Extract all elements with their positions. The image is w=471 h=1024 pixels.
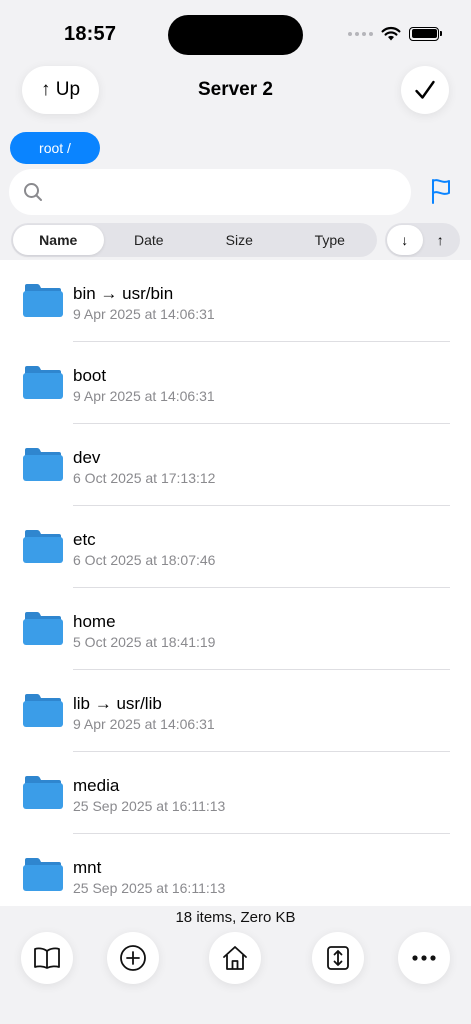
sort-ascending-segment[interactable]: ↑ <box>423 225 459 255</box>
file-date: 9 Apr 2025 at 14:06:31 <box>73 388 215 404</box>
list-item[interactable]: bin → usr/bin 9 Apr 2025 at 14:06:31 <box>0 260 471 342</box>
bottom-toolbar: 18 items, Zero KB <box>0 906 471 1024</box>
list-item[interactable]: lib → usr/lib 9 Apr 2025 at 14:06:31 <box>0 670 471 752</box>
file-name: lib → usr/lib <box>73 694 162 713</box>
more-icon <box>412 955 436 961</box>
sort-direction-segmented-control: ↓ ↑ <box>385 223 460 257</box>
file-date: 9 Apr 2025 at 14:06:31 <box>73 306 215 322</box>
folder-icon <box>23 694 63 727</box>
folder-icon <box>23 858 63 891</box>
folder-icon <box>23 284 63 317</box>
search-input[interactable] <box>53 182 393 202</box>
resize-button[interactable] <box>312 932 364 984</box>
list-item[interactable]: media 25 Sep 2025 at 16:11:13 <box>0 752 471 834</box>
search-bar[interactable] <box>9 169 411 215</box>
file-name: mnt <box>73 858 102 877</box>
add-circle-icon <box>120 945 146 971</box>
more-button[interactable] <box>398 932 450 984</box>
path-chip-label: root / <box>39 140 71 156</box>
book-icon <box>34 947 60 969</box>
sort-descending-segment[interactable]: ↓ <box>387 225 423 255</box>
search-icon <box>24 183 42 201</box>
file-date: 5 Oct 2025 at 18:41:19 <box>73 634 216 650</box>
file-date: 25 Sep 2025 at 16:11:13 <box>73 880 226 896</box>
wifi-icon <box>381 26 401 41</box>
sort-by-name-segment[interactable]: Name <box>13 225 104 255</box>
sort-field-segmented-control: Name Date Size Type <box>11 223 377 257</box>
home-button[interactable] <box>209 932 261 984</box>
path-breadcrumb-chip[interactable]: root / <box>10 132 100 164</box>
cellular-signal-icon <box>348 31 373 36</box>
dynamic-island <box>168 15 303 55</box>
battery-icon <box>409 26 442 41</box>
folder-icon <box>23 612 63 645</box>
navigation-bar: ↑ Up Server 2 <box>0 66 471 116</box>
file-name: media <box>73 776 120 795</box>
flag-button[interactable] <box>426 176 456 206</box>
status-time: 18:57 <box>64 23 117 45</box>
list-item[interactable]: boot 9 Apr 2025 at 14:06:31 <box>0 342 471 424</box>
file-date: 25 Sep 2025 at 16:11:13 <box>73 798 226 814</box>
resize-vertical-icon <box>327 946 349 970</box>
folder-icon <box>23 530 63 563</box>
items-summary: 18 items, Zero KB <box>175 909 296 926</box>
list-item[interactable]: mnt 25 Sep 2025 at 16:11:13 <box>0 834 471 906</box>
bookmarks-button[interactable] <box>21 932 73 984</box>
status-bar: 18:57 <box>0 0 471 62</box>
folder-icon <box>23 776 63 809</box>
folder-icon <box>23 366 63 399</box>
file-date: 6 Oct 2025 at 17:13:12 <box>73 470 216 486</box>
folder-icon <box>23 448 63 481</box>
file-name: dev <box>73 448 101 467</box>
list-item[interactable]: dev 6 Oct 2025 at 17:13:12 <box>0 424 471 506</box>
home-icon <box>223 946 247 970</box>
list-item[interactable]: home 5 Oct 2025 at 18:41:19 <box>0 588 471 670</box>
sort-by-date-segment[interactable]: Date <box>104 225 195 255</box>
sort-by-type-segment[interactable]: Type <box>285 225 376 255</box>
file-date: 6 Oct 2025 at 18:07:46 <box>73 552 216 568</box>
file-list: bin → usr/bin 9 Apr 2025 at 14:06:31 boo… <box>0 260 471 906</box>
file-date: 9 Apr 2025 at 14:06:31 <box>73 716 215 732</box>
file-name: bin → usr/bin <box>73 284 174 303</box>
checkmark-icon <box>415 80 435 99</box>
file-name: etc <box>73 530 96 549</box>
done-button[interactable] <box>401 66 449 114</box>
add-button[interactable] <box>107 932 159 984</box>
sort-by-size-segment[interactable]: Size <box>194 225 285 255</box>
status-icons <box>348 26 442 41</box>
flag-icon <box>432 179 450 204</box>
file-name: home <box>73 612 116 631</box>
list-item[interactable]: etc 6 Oct 2025 at 18:07:46 <box>0 506 471 588</box>
file-name: boot <box>73 366 107 385</box>
